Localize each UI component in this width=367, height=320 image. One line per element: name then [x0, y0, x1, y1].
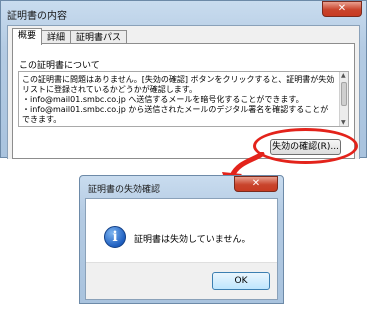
- revocation-dialog: 証明書の失効確認 ✕ i 証明書は失効していません。 OK: [79, 175, 284, 304]
- dialog-close-button[interactable]: ✕: [234, 176, 278, 192]
- dialog-button-strip: OK: [86, 262, 277, 299]
- description-text: この証明書に問題はありません。[失効の確認] ボタンをクリックすると、証明書が失…: [22, 75, 335, 124]
- scroll-up-arrow-icon[interactable]: ▲: [341, 72, 346, 79]
- info-icon: i: [104, 226, 126, 248]
- vertical-scrollbar[interactable]: ▲ ▼: [339, 72, 348, 126]
- dialog-message: 証明書は失効していません。: [134, 235, 251, 245]
- tab-strip: 概要 詳細 証明書パス: [12, 28, 128, 45]
- tab-general[interactable]: 概要: [12, 28, 43, 45]
- scroll-down-arrow-icon[interactable]: ▼: [341, 119, 346, 126]
- dialog-title: 証明書の失効確認: [88, 185, 161, 195]
- description-textbox[interactable]: この証明書に問題はありません。[失効の確認] ボタンをクリックすると、証明書が失…: [18, 71, 349, 127]
- ok-button[interactable]: OK: [212, 272, 270, 290]
- group-title: この証明書について: [19, 61, 100, 71]
- highlight-ring: [253, 128, 358, 164]
- close-button[interactable]: ✕: [322, 1, 362, 17]
- dialog-client-area: i 証明書は失効していません。 OK: [85, 198, 278, 300]
- window-title: 証明書の内容: [7, 11, 67, 22]
- scroll-thumb[interactable]: [341, 82, 347, 106]
